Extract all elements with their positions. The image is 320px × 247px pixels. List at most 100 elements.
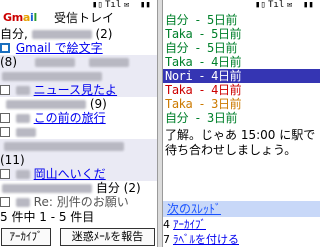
archive-button[interactable]: ｱｰｶｲﾌﾞ <box>1 228 51 246</box>
thread-time: 5日前 <box>211 27 242 41</box>
thread-message-row[interactable]: 自分 -5日前 <box>163 13 320 27</box>
message-body: 了解。じゃあ 15:00 に駅で待ち合わせしましょう。 <box>165 128 316 157</box>
redacted-text <box>15 198 30 207</box>
thread-message-row[interactable]: 自分 -3日前 <box>163 111 320 125</box>
subject-link[interactable]: この前の旅行 <box>34 111 106 125</box>
redacted-text <box>2 184 92 193</box>
menu-label: ﾗﾍﾞﾙを付ける <box>173 233 239 246</box>
menu-key: 7 <box>163 233 170 246</box>
list-item[interactable]: 自分 (2) <box>0 181 157 195</box>
mail-status-icon: ✉ <box>124 0 130 10</box>
gmail-logo: Gmail <box>3 11 37 24</box>
thread-separator: - <box>198 83 206 97</box>
sender: 自分 <box>95 181 120 195</box>
redacted-text <box>15 170 30 179</box>
thread-time: 5日前 <box>207 41 238 55</box>
subject-link[interactable]: Gmail で絵文字 <box>16 41 103 55</box>
thread-separator: - <box>198 55 206 69</box>
menu-item-archive[interactable]: 4 ｱｰｶｲﾌﾞ <box>163 219 320 231</box>
menu-label: ｱｰｶｲﾌﾞ <box>173 218 206 231</box>
redacted-text <box>2 72 102 81</box>
battery-icon: ▮▮ <box>303 0 314 10</box>
thread-message-row[interactable]: Taka -4日前 <box>163 55 320 69</box>
list-item-subject[interactable]: Re: 別件のお願い <box>0 195 157 209</box>
list-item[interactable]: (8) <box>0 55 157 69</box>
redacted-text <box>15 114 30 123</box>
thread-separator: - <box>194 41 202 55</box>
redacted-text <box>31 30 92 39</box>
list-item[interactable]: (11) <box>0 153 157 167</box>
thread-sender: Taka <box>165 27 193 41</box>
thread-sender: 自分 <box>165 41 189 55</box>
subject-link[interactable]: Re: 別件のお願い <box>34 195 129 209</box>
status-bar: ▮▯ Tıl ✉ ▮▮ <box>163 0 320 11</box>
checkbox[interactable] <box>0 85 10 95</box>
checkbox[interactable] <box>0 197 10 207</box>
thread-time: 3日前 <box>207 111 238 125</box>
thread-sender: Taka <box>165 83 193 97</box>
thread-message-row[interactable]: 自分 -5日前 <box>163 41 320 55</box>
thread-sender: Taka <box>165 97 193 111</box>
status-bar: ▮▯ Tıl ✉ ▮▮ <box>0 0 157 11</box>
message-count: (2) <box>95 27 113 41</box>
sender: 自分, <box>0 27 28 41</box>
checkbox[interactable] <box>0 113 10 123</box>
redacted-text <box>34 58 75 67</box>
checkbox[interactable] <box>0 43 10 53</box>
signal-strength-icon: Tıl <box>268 0 285 10</box>
signal-antenna-icon: ▮▯ <box>92 0 103 10</box>
message-count: (11) <box>0 153 25 167</box>
list-item[interactable] <box>0 69 157 83</box>
message-count: (8) <box>0 55 17 69</box>
list-item-subject[interactable]: Gmail で絵文字 <box>0 41 157 55</box>
thread-pane: ▮▯ Tıl ✉ ▮▮ 自分 -5日前 Taka -5日前 自分 -5日前 Taka -4日前… <box>163 0 320 247</box>
thread-sender: Taka <box>165 55 193 69</box>
list-item[interactable]: (9) <box>0 97 157 111</box>
thread-time: 5日前 <box>207 13 238 27</box>
inbox-pane: ▮▯ Tıl ✉ ▮▮ Gmail 受信トレイ 自分, (2) Gmail で絵… <box>0 0 157 247</box>
list-item[interactable]: 自分, (2) <box>0 27 157 41</box>
list-item-subject[interactable]: 岡山へいくだ <box>0 167 157 181</box>
signal-antenna-icon: ▮▯ <box>255 0 266 10</box>
message-count: (2) <box>123 181 141 195</box>
checkbox[interactable] <box>0 169 10 179</box>
thread-message-row[interactable]: Taka -4日前 <box>163 83 320 97</box>
thread-separator: - <box>198 69 206 83</box>
redacted-text <box>4 142 124 151</box>
thread-time: 4日前 <box>211 55 242 69</box>
subject-link[interactable]: ニュース見たよ <box>34 83 117 97</box>
next-thread-link[interactable]: 次のｽﾚｯﾄﾞ <box>163 201 320 217</box>
redacted-text <box>6 100 86 109</box>
thread-separator: - <box>198 27 206 41</box>
inbox-title: 受信トレイ <box>54 11 115 25</box>
list-item[interactable] <box>0 125 157 139</box>
thread-time: 4日前 <box>211 69 242 83</box>
thread-time: 4日前 <box>211 83 242 97</box>
report-spam-button[interactable]: 迷惑ﾒｰﾙを報告 <box>60 228 155 246</box>
thread-message-row[interactable]: Taka -5日前 <box>163 27 320 41</box>
thread-sender: 自分 <box>165 13 189 27</box>
menu-item-label[interactable]: 7 ﾗﾍﾞﾙを付ける <box>163 234 320 246</box>
thread-separator: - <box>194 111 202 125</box>
menu-key: 4 <box>163 218 170 231</box>
subject-link[interactable]: 岡山へいくだ <box>34 167 106 181</box>
paging-info: 5 件中 1 - 5 件目 <box>0 210 95 224</box>
thread-sender: Nori <box>165 69 193 83</box>
redacted-text <box>15 86 30 95</box>
thread-separator: - <box>194 13 202 27</box>
signal-strength-icon: Tıl <box>105 0 122 10</box>
thread-separator: - <box>198 97 206 111</box>
battery-icon: ▮▮ <box>140 0 151 10</box>
thread-time: 3日前 <box>211 97 242 111</box>
checkbox[interactable] <box>0 127 10 137</box>
message-count: (9) <box>89 97 107 111</box>
mail-status-icon: ✉ <box>287 0 293 10</box>
thread-message-row[interactable]: Taka -3日前 <box>163 97 320 111</box>
redacted-text <box>15 128 36 137</box>
list-item-subject[interactable]: ニュース見たよ <box>0 83 157 97</box>
thread-sender: 自分 <box>165 111 189 125</box>
app-header: Gmail 受信トレイ <box>0 11 157 25</box>
thread-message-row[interactable]: Nori -4日前 <box>163 69 320 83</box>
list-item[interactable] <box>0 139 157 153</box>
list-item-subject[interactable]: この前の旅行 <box>0 111 157 125</box>
